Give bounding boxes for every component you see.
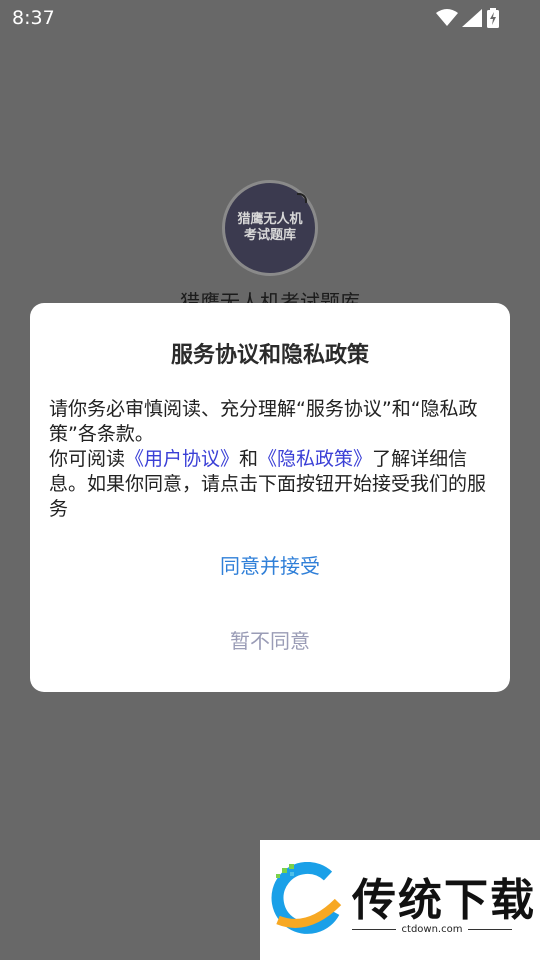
signal-icon — [462, 9, 482, 27]
app-logo: 猎鹰无人机 考试题库 — [222, 180, 318, 276]
watermark-title: 传统下载 — [352, 875, 536, 926]
privacy-policy-link[interactable]: 《隐私政策》 — [258, 448, 372, 470]
divider — [468, 928, 512, 930]
watermark-banner: 传统下载 ctdown.com — [260, 840, 540, 960]
dialog-title: 服务协议和隐私政策 — [170, 343, 369, 368]
decline-button[interactable]: 暂不同意 — [170, 623, 370, 659]
accept-button[interactable]: 同意并接受 — [170, 548, 370, 584]
watermark-domain-row: ctdown.com — [352, 922, 512, 936]
logo-arc-decoration — [297, 193, 307, 203]
user-agreement-link[interactable]: 《用户协议》 — [125, 448, 239, 470]
logo-text-line1: 猎鹰无人机 — [237, 212, 303, 227]
dialog-details: 你可阅读《用户协议》和《隐私政策》了解详细信息。如果你同意，请点击下面按钮开始接… — [49, 447, 494, 522]
status-icons — [436, 8, 500, 28]
read-prefix: 你可阅读 — [49, 448, 126, 470]
status-time: 8:37 — [12, 7, 55, 29]
privacy-dialog: 服务协议和隐私政策 请你务必审慎阅读、充分理解“服务协议”和“隐私政策”各条款。… — [30, 303, 510, 692]
dialog-intro: 请你务必审慎阅读、充分理解“服务协议”和“隐私政策”各条款。 — [49, 398, 478, 445]
wifi-icon — [436, 9, 458, 26]
status-bar: 8:37 — [0, 0, 540, 36]
logo-text-line2: 考试题库 — [243, 228, 296, 243]
and-text: 和 — [239, 448, 259, 470]
ctdown-logo-icon — [271, 862, 342, 934]
divider — [352, 928, 396, 930]
battery-charging-icon — [487, 8, 499, 28]
watermark-domain: ctdown.com — [401, 923, 463, 935]
dialog-body: 请你务必审慎阅读、充分理解“服务协议”和“隐私政策”各条款。 你可阅读《用户协议… — [49, 397, 494, 522]
